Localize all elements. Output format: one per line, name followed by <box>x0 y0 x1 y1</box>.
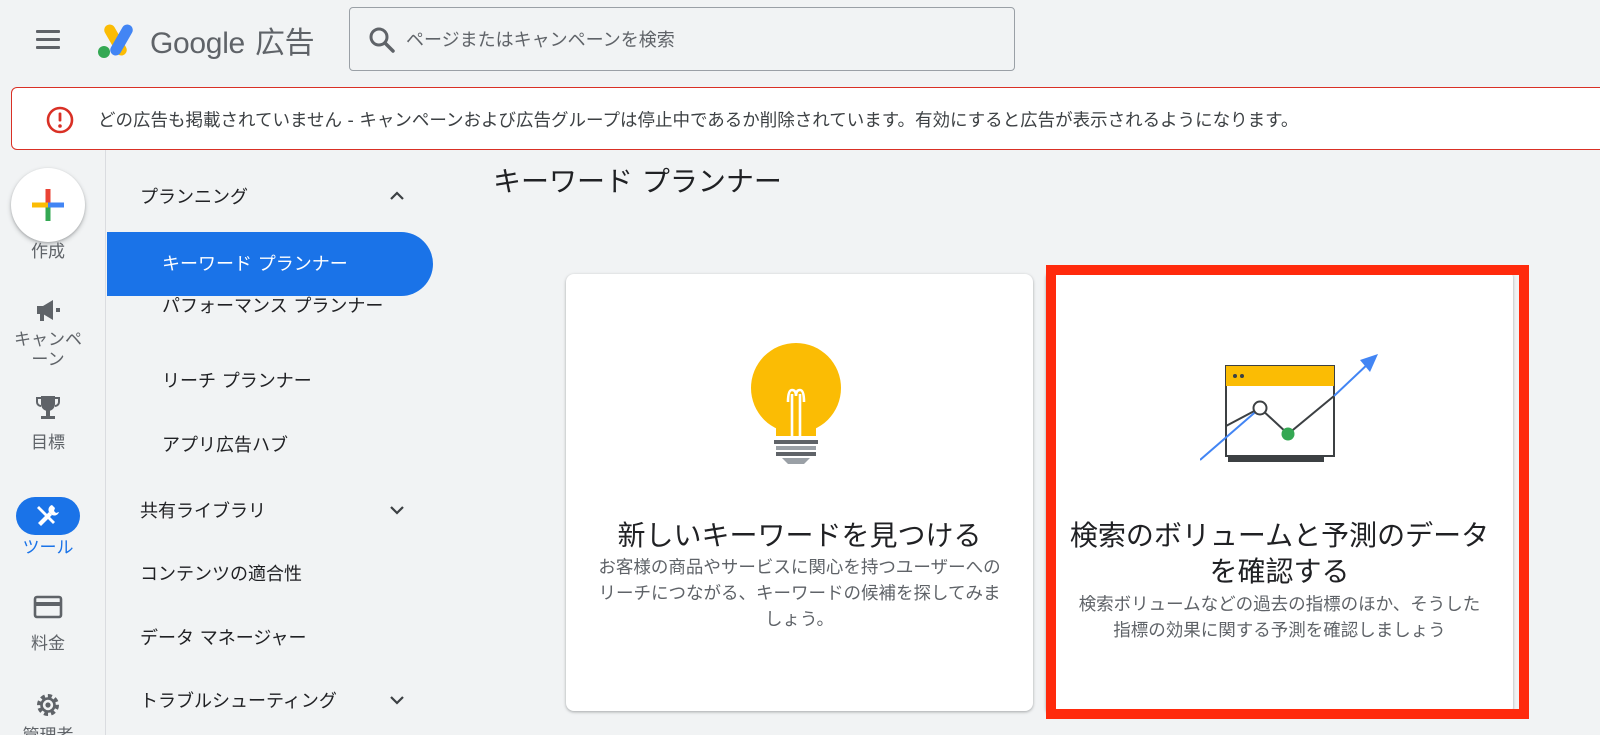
tools-nav-button[interactable] <box>16 497 80 535</box>
left-rail: 作成 キャンペーン 目標 ツール 料金 管理者 <box>0 150 106 735</box>
discover-keywords-card[interactable]: 新しいキーワードを見つける お客様の商品やサービスに関心を持つユーザーへのリーチ… <box>566 274 1033 711</box>
card-description: 検索ボリュームなどの過去の指標のほか、そうした指標の効果に関する予測を確認しまし… <box>1078 595 1481 641</box>
logo-word: Google <box>150 27 245 60</box>
tools-side-nav: プランニング キーワード プランナー パフォーマンス プランナー リーチ プラン… <box>107 150 437 735</box>
tools-label[interactable]: ツール <box>0 538 96 558</box>
megaphone-icon[interactable] <box>31 293 65 327</box>
hamburger-icon-line <box>36 38 60 41</box>
nav-group-planning[interactable]: プランニング <box>140 183 248 209</box>
chevron-down-icon[interactable] <box>387 500 407 520</box>
search-volume-forecast-card[interactable]: 検索のボリュームと予測のデータを確認する 検索ボリュームなどの過去の指標のほか、… <box>1046 270 1513 715</box>
plus-icon <box>32 189 64 221</box>
billing-label[interactable]: 料金 <box>0 634 96 654</box>
card-title: 検索のボリュームと予測のデータを確認する <box>1069 519 1490 588</box>
hamburger-icon <box>36 30 60 33</box>
nav-item-label: キーワード プランナー <box>162 254 348 275</box>
trophy-icon[interactable] <box>31 391 65 425</box>
google-ads-logo[interactable]: Google 広告 <box>96 18 315 62</box>
campaigns-label[interactable]: キャンペーン <box>0 330 96 370</box>
logo-text: Google 広告 <box>150 18 315 62</box>
tools-icon <box>37 505 59 526</box>
search-input[interactable] <box>406 20 996 60</box>
logo-suffix: 広告 <box>254 27 315 60</box>
top-bar: Google 広告 <box>0 0 1600 80</box>
forecast-chart-icon <box>1200 354 1378 462</box>
alert-banner: どの広告も掲載されていません - キャンペーンおよび広告グループは停止中であるか… <box>11 87 1600 150</box>
create-button[interactable] <box>11 168 85 242</box>
card-description: お客様の商品やサービスに関心を持つユーザーへのリーチにつながる、キーワードの候補… <box>598 558 1001 630</box>
admin-label[interactable]: 管理者 <box>0 726 96 735</box>
error-icon <box>46 106 74 134</box>
nav-item-content-suitability[interactable]: コンテンツの適合性 <box>140 560 302 586</box>
page-title: キーワード プランナー <box>493 165 782 198</box>
search-bar[interactable] <box>349 7 1015 71</box>
lightbulb-icon <box>751 343 841 464</box>
nav-item-data-manager[interactable]: データ マネージャー <box>140 624 306 650</box>
main-menu-button[interactable] <box>30 22 66 58</box>
hamburger-icon-line <box>36 46 60 49</box>
chevron-down-icon[interactable] <box>387 690 407 710</box>
nav-item-app-ads-hub[interactable]: アプリ広告ハブ <box>162 433 382 459</box>
alert-message: どの広告も掲載されていません - キャンペーンおよび広告グループは停止中であるか… <box>98 111 1299 131</box>
goals-label[interactable]: 目標 <box>0 433 96 453</box>
nav-item-reach-planner[interactable]: リーチ プランナー <box>162 369 382 395</box>
nav-item-keyword-planner[interactable]: キーワード プランナー <box>107 232 433 296</box>
nav-group-troubleshooting[interactable]: トラブルシューティング <box>140 687 337 713</box>
google-ads-logo-icon <box>98 24 133 58</box>
credit-card-icon[interactable] <box>31 590 65 624</box>
chevron-up-icon[interactable] <box>387 186 407 206</box>
nav-item-performance-planner[interactable]: パフォーマンス プランナー <box>162 294 387 320</box>
gear-icon[interactable] <box>31 688 65 722</box>
nav-group-shared-library[interactable]: 共有ライブラリ <box>140 497 266 523</box>
create-label: 作成 <box>31 242 65 262</box>
search-icon <box>369 27 395 53</box>
card-title: 新しいキーワードを見つける <box>617 519 982 552</box>
